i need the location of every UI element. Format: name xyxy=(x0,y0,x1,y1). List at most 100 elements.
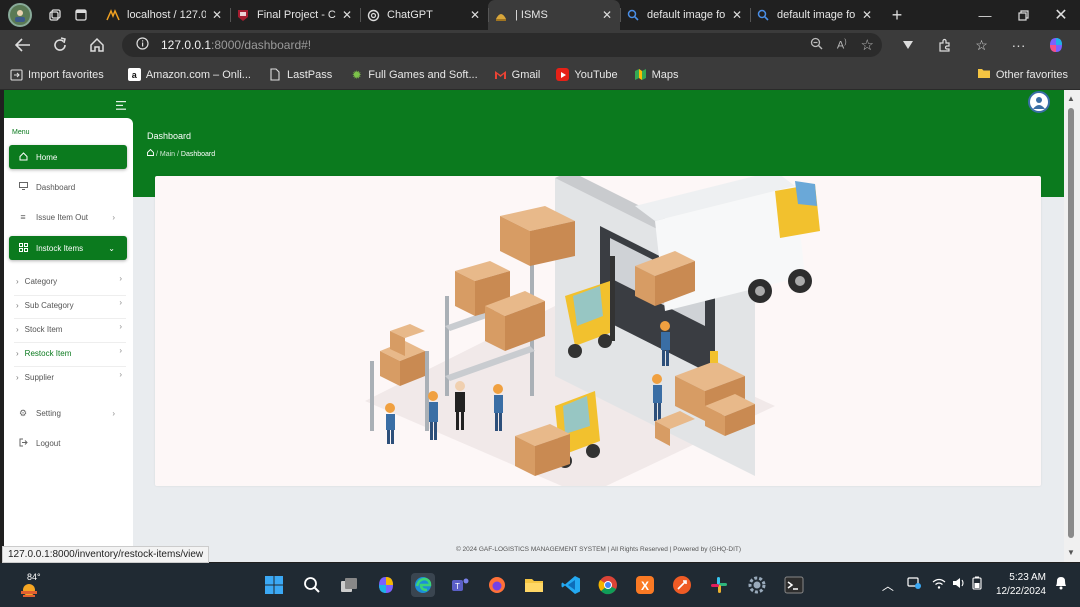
sync-icon[interactable] xyxy=(906,576,922,595)
postman-icon[interactable] xyxy=(670,573,694,597)
sidebar-item-setting[interactable]: ⚙ Setting › xyxy=(9,401,127,425)
chevron-up-icon[interactable]: ︿ xyxy=(882,577,894,594)
sidebar-item-instock[interactable]: Instock Items ⌄ xyxy=(9,236,127,260)
search-icon[interactable] xyxy=(300,573,324,597)
window-controls: — ✕ xyxy=(966,0,1080,30)
favorite-youtube[interactable]: YouTube xyxy=(556,68,618,81)
collections-icon[interactable]: ☆ xyxy=(963,37,1000,54)
sidebar-item-dashboard[interactable]: Dashboard xyxy=(9,175,127,199)
scroll-up-icon[interactable]: ▲ xyxy=(1067,94,1075,103)
restore-icon[interactable] xyxy=(1004,0,1042,30)
weather-widget[interactable]: 84° xyxy=(16,569,56,601)
breadcrumb-separator: / xyxy=(155,151,158,158)
scroll-down-icon[interactable]: ▼ xyxy=(1067,548,1075,557)
clock[interactable]: 5:23 AM 12/22/2024 xyxy=(996,571,1046,599)
info-icon[interactable] xyxy=(136,37,149,53)
tab-isms[interactable]: | ISMS ✕ xyxy=(488,0,620,30)
copilot-icon[interactable] xyxy=(1037,36,1074,54)
firefox-icon[interactable] xyxy=(485,573,509,597)
read-aloud-icon[interactable]: A) xyxy=(837,39,847,52)
close-tab-icon[interactable]: ✕ xyxy=(468,8,482,22)
favorite-games[interactable]: ✹ Full Games and Soft... xyxy=(350,68,478,82)
amazon-icon: a xyxy=(127,68,141,81)
home-icon[interactable] xyxy=(78,30,115,60)
close-tab-icon[interactable]: ✕ xyxy=(600,8,614,22)
profile-avatar[interactable] xyxy=(8,3,32,27)
notification-bell-icon[interactable] xyxy=(1054,575,1068,595)
tab-chatgpt[interactable]: ChatGPT ✕ xyxy=(360,0,488,30)
home-icon xyxy=(18,151,28,163)
tab-search-2[interactable]: default image for ✕ xyxy=(750,0,880,30)
breadcrumb-separator: / xyxy=(177,151,179,158)
phpmyadmin-icon xyxy=(106,8,120,22)
edge-icon[interactable] xyxy=(411,573,435,597)
new-tab-button[interactable]: + xyxy=(884,2,910,28)
slack-icon[interactable] xyxy=(707,573,731,597)
chrome-icon[interactable] xyxy=(596,573,620,597)
monitor-icon xyxy=(18,182,28,192)
close-tab-icon[interactable]: ✕ xyxy=(340,8,354,22)
submenu-item-restock[interactable]: › Restock Item › xyxy=(16,346,126,358)
back-arrow-icon[interactable] xyxy=(4,30,41,60)
submenu-label: Supplier xyxy=(24,373,55,382)
tab-title: localhost / 127.0.0 xyxy=(127,9,206,21)
teams-icon[interactable]: T xyxy=(448,573,472,597)
submenu-item-supplier[interactable]: › Supplier › xyxy=(16,370,126,382)
battery-icon[interactable] xyxy=(972,576,982,595)
folder-icon xyxy=(977,68,991,82)
tab-search-1[interactable]: default image for ✕ xyxy=(620,0,750,30)
extensions-icon[interactable] xyxy=(926,38,963,53)
home-icon[interactable] xyxy=(147,148,154,158)
favorite-lastpass[interactable]: LastPass xyxy=(269,68,332,81)
sidebar-item-logout[interactable]: Logout xyxy=(9,431,127,455)
chevron-right-icon: › xyxy=(16,373,19,382)
favorite-import[interactable]: Import favorites xyxy=(10,68,104,81)
terminal-icon[interactable] xyxy=(782,573,806,597)
vscode-icon[interactable] xyxy=(559,573,583,597)
sidebar-item-issue[interactable]: ≡ Issue Item Out › xyxy=(9,205,127,229)
close-tab-icon[interactable]: ✕ xyxy=(730,8,744,22)
refresh-icon[interactable] xyxy=(41,30,78,60)
scrollbar-thumb[interactable] xyxy=(1068,108,1074,538)
page-scrollbar[interactable]: ▲ ▼ xyxy=(1064,90,1080,562)
tab-final-project[interactable]: Final Project - CSS ✕ xyxy=(230,0,360,30)
hamburger-menu-icon[interactable] xyxy=(116,98,126,113)
copilot-icon[interactable] xyxy=(374,573,398,597)
favorite-maps[interactable]: Maps xyxy=(634,68,679,81)
submenu-item-sub-category[interactable]: › Sub Category › xyxy=(16,298,126,310)
volume-icon[interactable] xyxy=(952,576,966,594)
favorite-star-icon[interactable]: ☆ xyxy=(861,36,874,54)
page-icon xyxy=(269,68,282,81)
minimize-icon[interactable]: — xyxy=(966,0,1004,30)
close-tab-icon[interactable]: ✕ xyxy=(860,8,874,22)
address-bar[interactable]: 127.0.0.1:8000/dashboard#! A) ☆ xyxy=(122,33,882,57)
file-explorer-icon[interactable] xyxy=(522,573,546,597)
close-tab-icon[interactable]: ✕ xyxy=(210,8,224,22)
start-button[interactable] xyxy=(262,573,286,597)
breadcrumb-main[interactable]: Main xyxy=(160,151,175,158)
submenu-item-stock[interactable]: › Stock Item › xyxy=(16,322,126,334)
submenu-item-category[interactable]: › Category › xyxy=(16,274,126,286)
sidebar-item-home[interactable]: Home xyxy=(9,145,127,169)
user-avatar-icon[interactable] xyxy=(1028,91,1050,113)
more-menu-icon[interactable]: ··· xyxy=(1000,37,1037,53)
xampp-icon[interactable]: X xyxy=(633,573,657,597)
settings-gear-icon[interactable] xyxy=(745,573,769,597)
vertical-tabs-icon[interactable] xyxy=(68,2,94,28)
footer-text: © 2024 GAF-LOGISTICS MANAGEMENT SYSTEM |… xyxy=(455,546,742,553)
grid-icon xyxy=(18,242,28,254)
other-favorites[interactable]: Other favorites xyxy=(977,60,1068,90)
chevron-right-icon: › xyxy=(119,346,122,355)
favorite-gmail[interactable]: Gmail xyxy=(494,68,540,81)
list-icon: ≡ xyxy=(20,212,26,222)
downloads-icon[interactable] xyxy=(889,40,926,50)
favorite-amazon[interactable]: a Amazon.com – Onli... xyxy=(127,68,251,81)
workspaces-icon[interactable] xyxy=(42,2,68,28)
task-view-icon[interactable] xyxy=(337,573,361,597)
close-window-icon[interactable]: ✕ xyxy=(1042,0,1080,30)
tab-phpmyadmin[interactable]: localhost / 127.0.0 ✕ xyxy=(100,0,230,30)
tab-title: default image for xyxy=(777,9,856,21)
chevron-right-icon: › xyxy=(16,301,19,310)
wifi-icon[interactable] xyxy=(932,576,946,594)
zoom-icon[interactable] xyxy=(810,37,823,53)
